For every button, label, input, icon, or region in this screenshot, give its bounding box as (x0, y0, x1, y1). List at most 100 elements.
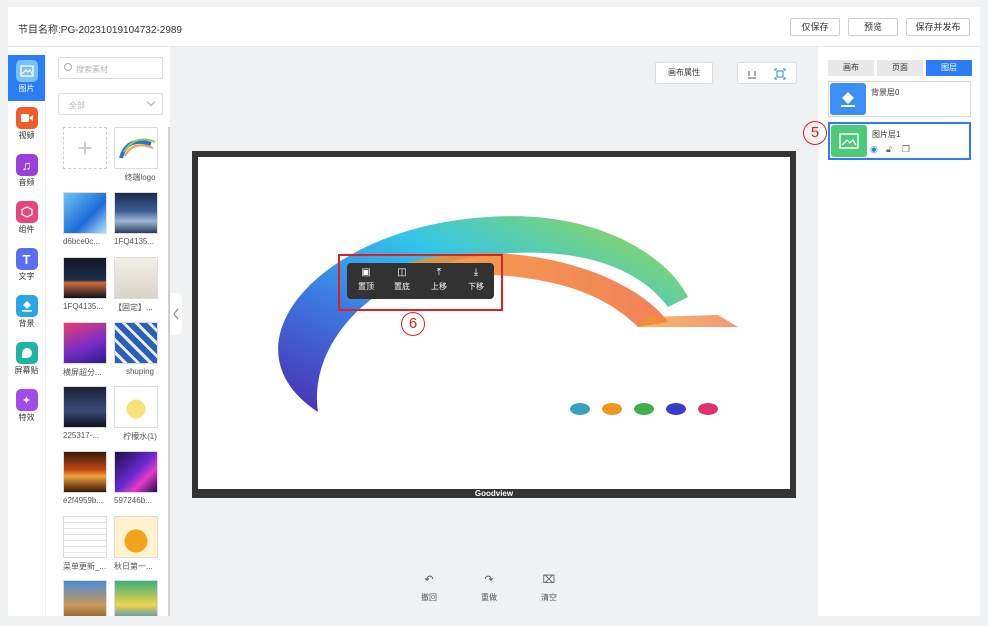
plus-icon: + (63, 127, 107, 169)
color-dots (570, 403, 718, 415)
material-item[interactable]: 秋日第一... (114, 516, 160, 572)
component-icon (15, 201, 38, 223)
material-item[interactable]: e2f4959b... (63, 451, 109, 505)
material-label: 柠檬水(1) (123, 432, 157, 441)
canvas-area[interactable] (198, 157, 790, 489)
material-item[interactable]: d6bce0c... (63, 192, 109, 246)
material-item[interactable]: 横屏超分... (63, 322, 109, 378)
redo-button[interactable]: ↷ 重做 (474, 573, 504, 603)
preview-button[interactable]: 预览 (848, 18, 898, 36)
save-publish-button[interactable]: 保存并发布 (906, 18, 970, 36)
rail-item-video[interactable]: 视频 (8, 102, 45, 148)
rail-item-effects[interactable]: ✦ 特效 (8, 384, 45, 430)
fit-screen-icon[interactable] (774, 68, 786, 80)
music-icon: ♫ (15, 154, 38, 176)
upload-tile[interactable]: + (63, 127, 109, 169)
view-toggle-group (737, 62, 797, 84)
clear-label: 清空 (541, 593, 557, 602)
material-thumbnail (114, 386, 158, 428)
material-item[interactable] (114, 580, 160, 616)
material-thumbnail (114, 451, 158, 493)
fit-height-icon[interactable] (746, 68, 758, 80)
save-only-button[interactable]: 仅保存 (790, 18, 840, 36)
category-select[interactable]: 全部 (58, 93, 163, 115)
material-item[interactable]: 1FQ4135... (63, 257, 109, 311)
tab-canvas[interactable]: 画布 (828, 60, 874, 76)
callout-six: 6 (401, 312, 425, 336)
material-thumbnail (63, 451, 107, 493)
rail-item-image[interactable]: 图片 (8, 55, 45, 101)
search-input[interactable]: 搜索素材 (58, 57, 163, 79)
material-thumbnail (114, 322, 158, 364)
rail-label: 特效 (18, 413, 35, 422)
layer-name: 图片层1 (872, 130, 901, 139)
material-thumbnail (63, 192, 107, 234)
material-label: 终端logo (124, 173, 156, 182)
material-thumbnail (63, 386, 107, 428)
rail-label: 音频 (18, 178, 35, 187)
layer-item-image[interactable]: 图片层1 ◉ 🔓︎ ❐ (828, 122, 971, 160)
tab-page[interactable]: 页面 (877, 60, 923, 76)
copy-icon[interactable]: ❐ (902, 144, 910, 155)
tab-layers[interactable]: 图层 (926, 60, 972, 76)
eye-icon[interactable]: ◉ (870, 144, 878, 155)
material-item[interactable]: 597246b... (114, 451, 160, 505)
rail-item-sticker[interactable]: 屏幕贴 (8, 337, 45, 383)
material-label: 横屏超分... (63, 368, 102, 377)
material-item[interactable] (63, 580, 109, 616)
material-label: 【固定】... (114, 303, 153, 312)
search-placeholder: 搜索素材 (76, 65, 108, 74)
header-bar: 节目名称:PG-20231019104732-2989 仅保存 预览 保存并发布 (8, 7, 980, 47)
material-label: d6bce0c... (63, 237, 100, 246)
program-title: 节目名称:PG-20231019104732-2989 (18, 21, 182, 36)
layer-name: 背景层0 (871, 88, 900, 97)
rail-item-component[interactable]: 组件 (8, 196, 45, 242)
material-label: 225317-... (63, 431, 100, 440)
rail-label: 文字 (18, 272, 35, 281)
material-item[interactable]: 225317-... (63, 386, 109, 440)
video-icon (15, 107, 38, 129)
watermark-label: Goodview (474, 489, 514, 498)
material-item[interactable]: 1FQ4135... (114, 192, 160, 246)
undo-button[interactable]: ↶ 撤回 (414, 573, 444, 603)
logo-image-layer[interactable] (198, 157, 790, 489)
image-icon (831, 125, 867, 157)
material-panel: 搜索素材 全部 + 终端logo d6bce0c... 1FQ4135... 1… (45, 47, 170, 616)
material-thumbnail (114, 580, 158, 616)
material-item[interactable]: 【固定】... (114, 257, 160, 313)
material-scrollbar[interactable] (168, 127, 170, 616)
collapse-panel-handle[interactable] (170, 293, 182, 335)
rail-item-background[interactable]: 背景 (8, 290, 45, 336)
program-label: 节目名称: (18, 25, 61, 36)
chevron-left-icon (173, 308, 179, 320)
program-name: PG-20231019104732-2989 (60, 25, 182, 36)
lock-icon[interactable]: 🔓︎ (886, 144, 892, 155)
material-item[interactable]: 终端logo (114, 127, 160, 183)
material-label: e2f4959b... (63, 496, 104, 505)
clear-button[interactable]: ⌧ 清空 (534, 573, 564, 603)
material-label: 1FQ4135... (114, 237, 155, 246)
rail-item-audio[interactable]: ♫ 音频 (8, 149, 45, 195)
right-panel: 画布 页面 图层 背景层0 图片层1 ◉ 🔓︎ ❐ (818, 47, 980, 616)
canvas-properties-button[interactable]: 画布属性 (655, 62, 713, 84)
material-item[interactable]: 菜单更新_... (63, 516, 109, 572)
canvas-stage[interactable]: Goodview (192, 151, 796, 498)
material-label: 597246b... (114, 496, 152, 505)
image-icon (15, 60, 38, 82)
material-label: 菜单更新_... (63, 562, 107, 571)
material-label: 1FQ4135... (63, 302, 104, 311)
paint-bucket-icon (15, 295, 38, 317)
rail-label: 屏幕贴 (14, 366, 39, 375)
chevron-down-icon (146, 97, 156, 107)
material-item[interactable]: 柠檬水(1) (114, 386, 160, 442)
material-thumbnail (114, 257, 158, 299)
clear-icon: ⌧ (542, 574, 556, 586)
layer-item-background[interactable]: 背景层0 (828, 81, 971, 117)
material-item[interactable]: shuping (114, 322, 160, 376)
rail-item-text[interactable]: T 文字 (8, 243, 45, 289)
material-thumbnail (63, 580, 107, 616)
magic-wand-icon: ✦ (15, 389, 38, 411)
material-label: 秋日第一... (114, 562, 153, 571)
undo-label: 撤回 (421, 593, 437, 602)
material-thumbnail (63, 322, 107, 364)
